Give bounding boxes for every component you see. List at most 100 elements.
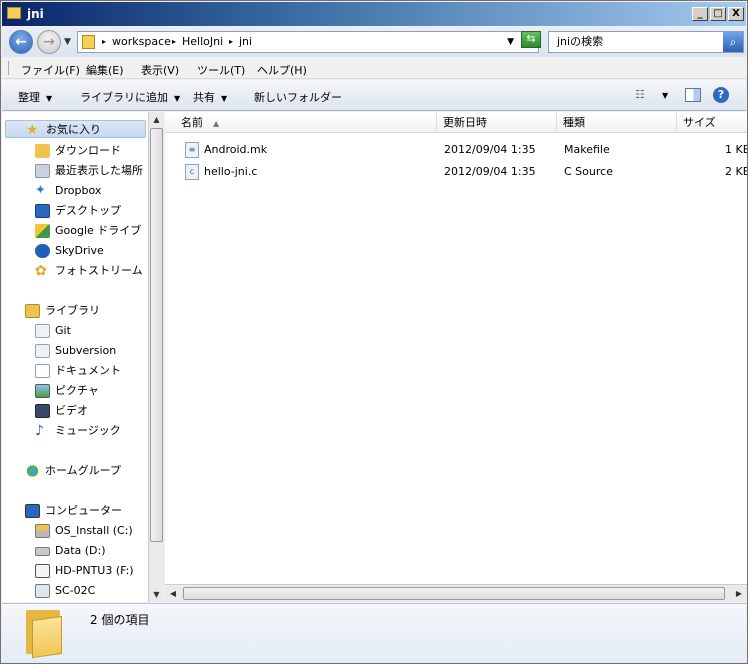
folder-icon (26, 610, 62, 659)
chevron-down-icon: ▼ (221, 94, 228, 103)
breadcrumb-jni[interactable]: jni (239, 32, 252, 52)
file-row[interactable]: c hello-jni.c 2012/09/04 1:35 C Source 2… (165, 161, 747, 183)
nav-git-label: Git (55, 324, 71, 337)
nav-computer-label: コンピューター (45, 504, 122, 517)
scroll-down-icon[interactable]: ▼ (149, 587, 164, 602)
sort-ascending-icon: ▲ (213, 119, 220, 128)
menu-edit[interactable]: 編集(E) (86, 62, 124, 78)
address-dropdown-icon[interactable]: ▼ (507, 32, 514, 52)
menu-view[interactable]: 表示(V) (141, 62, 179, 78)
column-date[interactable]: 更新日時 (437, 112, 557, 133)
git-library-icon (35, 324, 50, 338)
device-icon (35, 584, 50, 598)
breadcrumb-hellojni[interactable]: HelloJni (182, 32, 223, 52)
scroll-thumb[interactable] (183, 587, 725, 600)
nav-scrollbar[interactable]: ▲ ▼ (148, 112, 164, 602)
folder-icon (82, 35, 95, 49)
refresh-button[interactable]: ⇆ (521, 31, 541, 48)
scroll-left-icon[interactable]: ◀ (165, 585, 181, 602)
file-type: C Source (564, 165, 613, 178)
file-size: 2 KB (725, 165, 747, 178)
scroll-thumb[interactable] (150, 128, 163, 542)
dropbox-icon: ✦ (35, 183, 46, 198)
nav-homegroup-label: ホームグループ (45, 464, 122, 477)
downloads-folder-icon (35, 144, 50, 158)
maximize-button[interactable]: □ (710, 7, 726, 21)
nav-photostream-label: フォトストリーム (55, 264, 143, 277)
breadcrumb-workspace[interactable]: workspace (112, 32, 171, 52)
close-button[interactable]: X (728, 7, 744, 21)
removable-drive-icon (35, 564, 50, 578)
file-date: 2012/09/04 1:35 (444, 143, 536, 156)
column-name[interactable]: 名前 ▲ (175, 112, 437, 133)
breadcrumb-separator-icon[interactable]: ▸ (172, 32, 176, 52)
title-bar[interactable]: jni _ □ X (2, 2, 746, 26)
nav-pictures-label: ピクチャ (55, 384, 99, 397)
view-dropdown-icon[interactable]: ▼ (662, 91, 678, 105)
add-to-library-label: ライブラリに追加 (80, 91, 168, 104)
forward-button[interactable]: → (37, 30, 61, 54)
system-drive-icon (35, 524, 50, 538)
share-button[interactable]: 共有 ▼ (193, 89, 227, 105)
file-row[interactable]: ≡ Android.mk 2012/09/04 1:35 Makefile 1 … (165, 139, 747, 161)
menu-tools[interactable]: ツール(T) (197, 62, 245, 78)
column-header: 名前 ▲ 更新日時 種類 サイズ (165, 112, 747, 133)
nav-recent-places-label: 最近表示した場所 (55, 164, 143, 177)
column-size[interactable]: サイズ (677, 112, 747, 133)
star-icon: ★ (26, 122, 39, 138)
view-options-icon[interactable]: ☷ (635, 88, 651, 102)
file-size: 1 KB (725, 143, 747, 156)
chevron-down-icon: ▼ (46, 94, 53, 103)
file-date: 2012/09/04 1:35 (444, 165, 536, 178)
pictures-icon (35, 384, 50, 398)
nav-drive-c-label: OS_Install (C:) (55, 524, 133, 537)
breadcrumb-separator-icon[interactable]: ▸ (229, 32, 233, 52)
nav-documents-label: ドキュメント (55, 364, 121, 377)
videos-icon (35, 404, 50, 418)
file-list: 名前 ▲ 更新日時 種類 サイズ ≡ Android.mk 2012/09/04 … (165, 112, 747, 584)
nav-music-label: ミュージック (55, 424, 121, 437)
scroll-up-icon[interactable]: ▲ (149, 112, 164, 127)
minimize-button[interactable]: _ (692, 7, 708, 21)
menu-help[interactable]: ヘルプ(H) (257, 62, 307, 78)
nav-favorites[interactable]: ★ お気に入り (5, 120, 146, 138)
subversion-library-icon (35, 344, 50, 358)
address-bar-area: ← → ▼ ▸ workspace ▸ HelloJni ▸ jni ▼ ⇆ j… (2, 27, 746, 57)
history-dropdown-icon[interactable]: ▼ (64, 37, 71, 47)
nav-drive-d-label: Data (D:) (55, 544, 106, 557)
help-icon[interactable]: ? (713, 87, 729, 103)
desktop-icon (35, 204, 50, 218)
nav-downloads-label: ダウンロード (55, 144, 121, 157)
nav-libraries-label: ライブラリ (45, 304, 100, 317)
address-box[interactable]: ▸ workspace ▸ HelloJni ▸ jni ▼ (77, 31, 539, 53)
documents-icon (35, 364, 50, 378)
photostream-icon: ✿ (35, 263, 47, 279)
organize-button[interactable]: 整理 ▼ (18, 89, 52, 105)
item-count: 2 個の項目 (90, 613, 150, 627)
preview-pane-icon[interactable] (685, 88, 701, 102)
search-icon[interactable]: ⌕ (723, 32, 743, 52)
search-input[interactable]: jniの検索 ⌕ (548, 31, 744, 53)
horizontal-scrollbar[interactable]: ◀ ▶ (165, 584, 747, 602)
chevron-down-icon: ▼ (174, 94, 181, 103)
file-type: Makefile (564, 143, 610, 156)
back-button[interactable]: ← (9, 30, 33, 54)
nav-dropbox-label: Dropbox (55, 184, 102, 197)
scroll-right-icon[interactable]: ▶ (731, 585, 747, 602)
add-to-library-button[interactable]: ライブラリに追加 ▼ (80, 89, 180, 105)
drive-icon (35, 547, 50, 556)
homegroup-icon (25, 464, 40, 478)
breadcrumb-separator-icon[interactable]: ▸ (102, 32, 106, 52)
window-title: jni (27, 7, 44, 21)
command-bar: 整理 ▼ ライブラリに追加 ▼ 共有 ▼ 新しいフォルダー ☷ ▼ ? (2, 80, 746, 111)
navigation-pane: ★ お気に入り ダウンロード 最近表示した場所 ✦ Dropbox デスクトップ … (2, 112, 148, 602)
google-drive-icon (35, 224, 50, 238)
menu-file[interactable]: ファイル(F) (21, 62, 80, 78)
organize-label: 整理 (18, 91, 40, 104)
new-folder-button[interactable]: 新しいフォルダー (254, 89, 342, 105)
column-type[interactable]: 種類 (557, 112, 677, 133)
computer-icon (25, 504, 40, 518)
skydrive-icon (35, 244, 50, 258)
menu-grip (8, 61, 10, 75)
nav-subversion-label: Subversion (55, 344, 117, 357)
